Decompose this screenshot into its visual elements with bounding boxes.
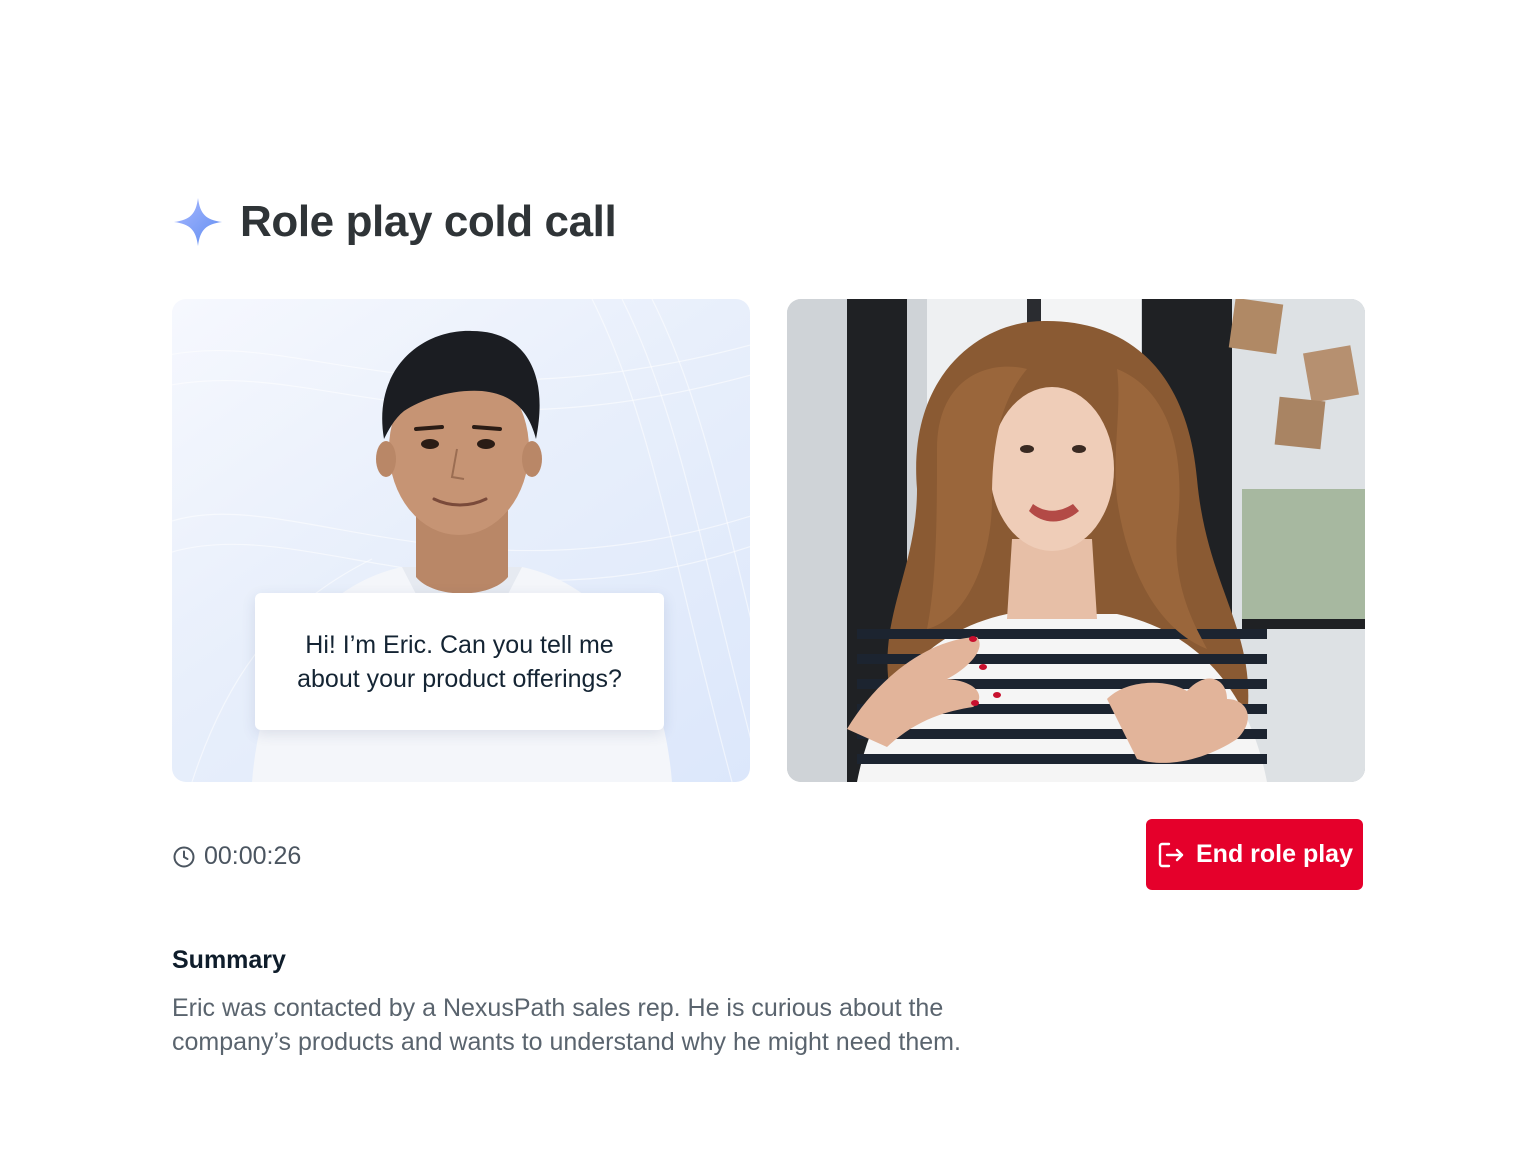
clock-icon [173, 846, 195, 867]
ai-speech-bubble: Hi! I’m Eric. Can you tell me about your… [255, 593, 664, 730]
user-webcam-video [787, 299, 1365, 782]
ai-persona-video-panel: Hi! I’m Eric. Can you tell me about your… [172, 299, 750, 782]
sparkle-icon [174, 198, 222, 246]
page-title: Role play cold call [240, 197, 617, 246]
summary-heading: Summary [172, 946, 286, 974]
page-header: Role play cold call [172, 196, 617, 248]
summary-text: Eric was contacted by a NexusPath sales … [172, 994, 961, 1056]
end-role-play-label: End role play [1196, 840, 1353, 868]
user-video-panel [787, 299, 1365, 782]
call-timer: 00:00:26 [172, 842, 301, 871]
exit-icon [1158, 842, 1184, 867]
ai-speech-text: Hi! I’m Eric. Can you tell me about your… [297, 630, 622, 693]
timer-value: 00:00:26 [204, 842, 302, 870]
end-role-play-button[interactable]: End role play [1146, 819, 1363, 890]
